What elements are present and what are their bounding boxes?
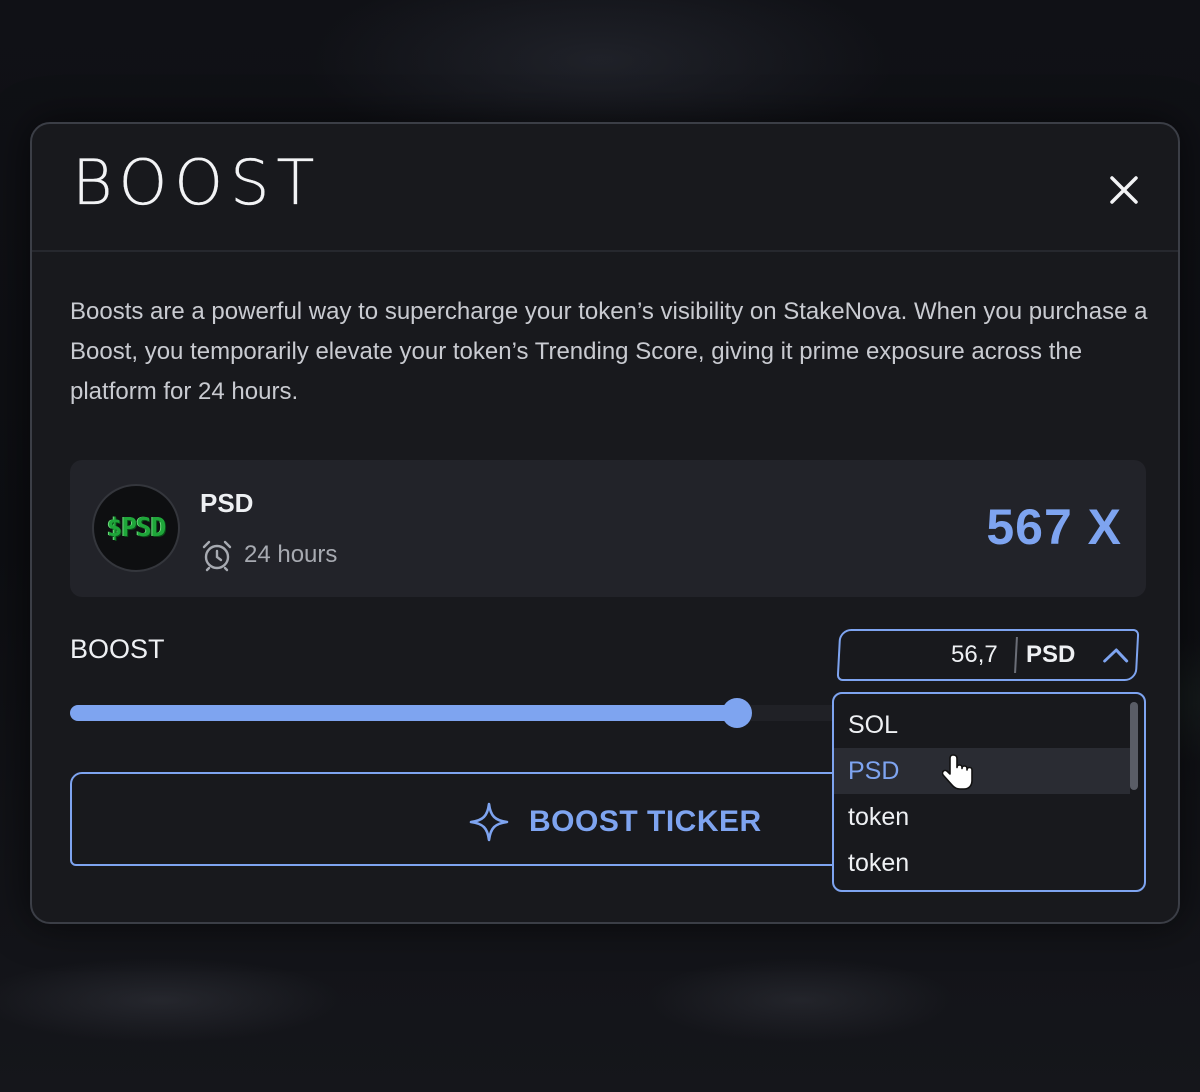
close-button[interactable] (1104, 170, 1144, 210)
boost-amount-field[interactable]: 56,7 PSD (836, 629, 1140, 681)
dropdown-option-psd[interactable]: PSD (834, 748, 1130, 794)
slider-fill (70, 705, 737, 721)
dropdown-option-sol[interactable]: SOL (834, 702, 1130, 748)
currency-select-value[interactable]: PSD (1026, 641, 1075, 669)
alarm-clock-icon (202, 540, 232, 572)
slider-thumb[interactable] (722, 698, 752, 728)
boost-ticker-button[interactable]: BOOST TICKER (70, 772, 930, 866)
token-duration-label: 24 hours (244, 541, 338, 568)
boost-multiplier: 567 X (986, 499, 1122, 555)
token-card: $PSD PSD 24 hours 567 X (70, 460, 1146, 597)
boost-ticker-label: BOOST TICKER (529, 805, 762, 838)
dropdown-scrollbar[interactable] (1130, 702, 1138, 790)
close-icon (1110, 176, 1138, 204)
dropdown-option-token[interactable]: token (834, 794, 1130, 840)
modal-title: BOOST (72, 146, 322, 219)
boost-slider[interactable] (70, 698, 846, 728)
sparkle-icon (469, 802, 509, 842)
boost-amount-value[interactable]: 56,7 (951, 641, 998, 669)
token-logo-text: $PSD (106, 513, 167, 543)
amount-divider (1014, 637, 1018, 673)
boost-amount-label: BOOST (70, 634, 165, 664)
currency-dropdown[interactable]: SOL PSD token token (832, 692, 1146, 892)
boost-ticker-button-content: BOOST TICKER (467, 800, 762, 844)
chevron-up-icon[interactable] (1101, 643, 1130, 667)
token-avatar: $PSD (92, 484, 180, 572)
dropdown-option-token[interactable]: token (834, 840, 1130, 886)
token-name: PSD (200, 488, 254, 518)
boost-modal: BOOST Boosts are a powerful way to super… (30, 122, 1180, 924)
boost-description: Boosts are a powerful way to supercharge… (70, 298, 1148, 405)
token-duration: 24 hours (200, 538, 337, 572)
modal-header: BOOST (32, 124, 1178, 252)
